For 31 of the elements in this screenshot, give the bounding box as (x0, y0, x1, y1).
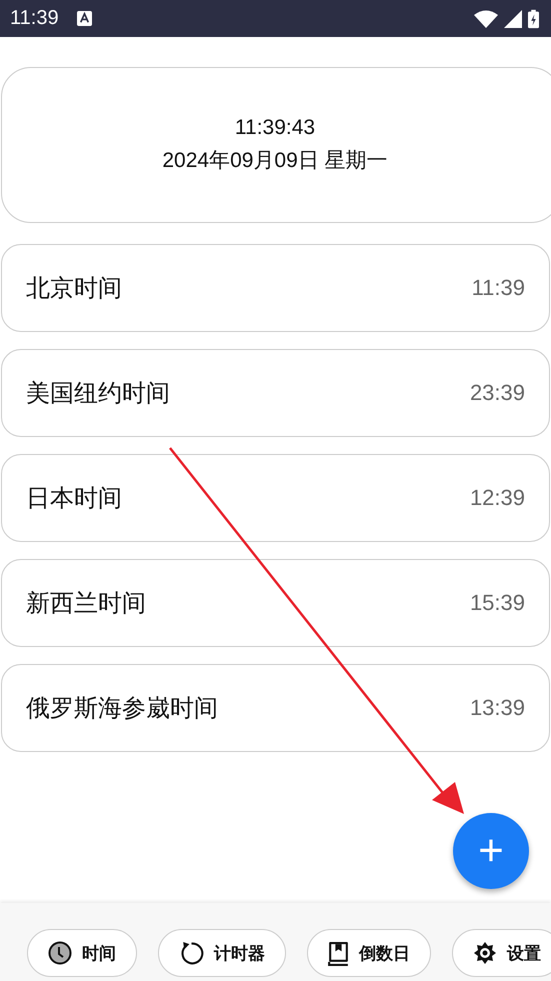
clock-date: 2024年09月09日 星期一 (162, 148, 388, 174)
wifi-icon (474, 10, 498, 28)
timezone-time: 11:39 (472, 275, 525, 301)
refresh-icon (179, 940, 204, 966)
nav-button[interactable]: 设置 (452, 929, 551, 977)
timezone-card[interactable]: 美国纽约时间 23:39 (1, 349, 550, 437)
timezone-card[interactable]: 俄罗斯海参崴时间 13:39 (1, 664, 550, 752)
timezone-card[interactable]: 新西兰时间 15:39 (1, 559, 550, 647)
timezone-time: 13:39 (470, 695, 525, 721)
nav-button[interactable]: 时间 (27, 929, 137, 977)
status-time: 11:39 (10, 7, 59, 30)
add-button[interactable]: + (453, 813, 529, 889)
battery-icon (528, 8, 539, 28)
timezone-name: 北京时间 (26, 273, 122, 304)
timezone-name: 日本时间 (26, 483, 122, 514)
settings-icon (473, 941, 497, 965)
timezone-name: 新西兰时间 (26, 588, 146, 619)
timezone-card[interactable]: 北京时间 11:39 (1, 244, 550, 332)
nav-button[interactable]: 计时器 (158, 929, 286, 977)
clock-icon (48, 941, 72, 965)
book-icon (328, 940, 349, 966)
timezone-card[interactable]: 日本时间 12:39 (1, 454, 550, 542)
nav-button[interactable]: 倒数日 (307, 929, 431, 977)
timezone-name: 美国纽约时间 (26, 378, 170, 409)
keyboard-icon (76, 11, 92, 26)
timezone-time: 15:39 (470, 590, 525, 616)
clock-time: 11:39:43 (234, 116, 316, 140)
timezone-name: 俄罗斯海参崴时间 (26, 693, 218, 724)
timezone-time: 12:39 (470, 485, 525, 511)
signal-icon (504, 10, 522, 28)
timezone-time: 23:39 (470, 380, 525, 406)
